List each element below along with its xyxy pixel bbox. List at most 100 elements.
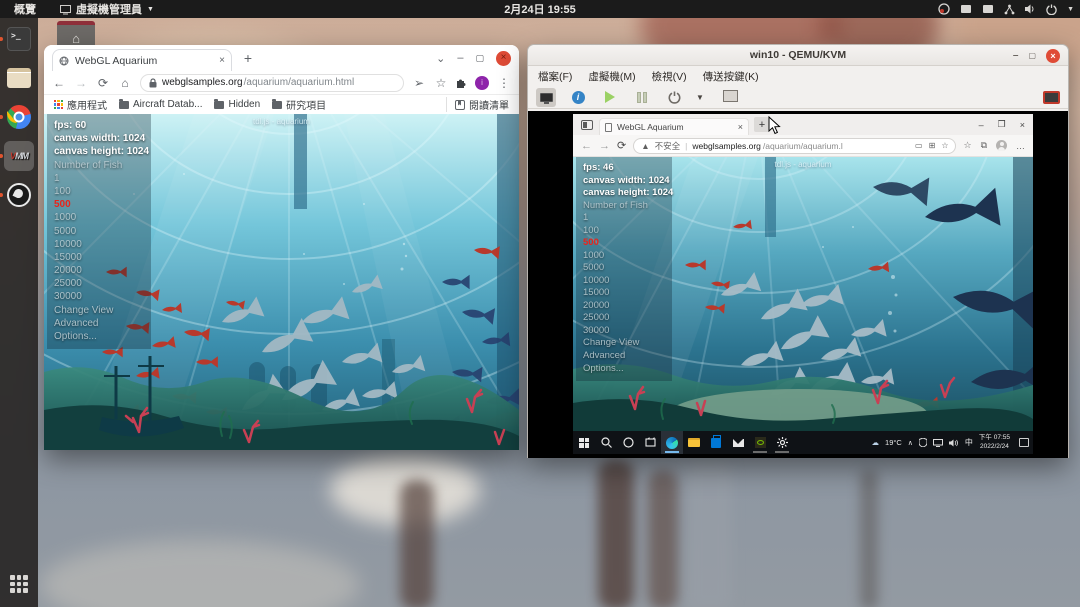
edge-menu-icon[interactable]: … bbox=[1016, 141, 1025, 151]
home-icon[interactable]: ⌂ bbox=[118, 76, 132, 90]
minimize-button[interactable]: – bbox=[457, 52, 463, 64]
dock-terminal[interactable]: >_ bbox=[4, 24, 34, 54]
change-view-option[interactable]: Change View bbox=[54, 304, 144, 317]
fish-count-option[interactable]: 25000 bbox=[583, 312, 665, 325]
fish-count-option[interactable]: 30000 bbox=[583, 325, 665, 338]
run-button[interactable] bbox=[600, 88, 620, 107]
search-button[interactable] bbox=[595, 431, 617, 454]
fish-count-option[interactable]: 15000 bbox=[54, 251, 144, 264]
forward-icon[interactable]: → bbox=[599, 140, 610, 152]
bookmark-folder[interactable]: Hidden bbox=[214, 99, 260, 110]
fish-count-option[interactable]: 5000 bbox=[54, 225, 144, 238]
qemu-titlebar[interactable]: win10 - QEMU/KVM – ▢ × bbox=[528, 45, 1068, 66]
dock-chrome[interactable] bbox=[4, 102, 34, 132]
maximize-button[interactable]: ▢ bbox=[1028, 51, 1036, 60]
send-icon[interactable]: ➢ bbox=[412, 76, 426, 90]
back-icon[interactable]: ← bbox=[52, 76, 66, 90]
fish-count-option[interactable]: 20000 bbox=[54, 264, 144, 277]
profile-avatar[interactable]: i bbox=[475, 76, 489, 90]
edge-tab[interactable]: WebGL Aquarium × bbox=[599, 118, 749, 135]
minimize-button[interactable]: – bbox=[979, 120, 984, 130]
start-button[interactable] bbox=[573, 431, 595, 454]
vm-display-area[interactable]: WebGL Aquarium × + – ❐ × ← → ⟳ ▲ 不安全 | bbox=[528, 111, 1068, 458]
reading-list-button[interactable]: 閱讀清單 bbox=[446, 97, 509, 112]
fish-count-option[interactable]: 1 bbox=[54, 172, 144, 185]
profile-avatar[interactable] bbox=[996, 140, 1007, 151]
back-icon[interactable]: ← bbox=[581, 140, 592, 152]
tab-close-icon[interactable]: × bbox=[219, 55, 225, 66]
bookmark-folder[interactable]: Aircraft Datab... bbox=[119, 99, 202, 110]
minimize-button[interactable]: – bbox=[1013, 50, 1019, 61]
security-shield-icon[interactable] bbox=[919, 438, 927, 447]
tray-chevron-icon[interactable]: ▼ bbox=[1067, 6, 1074, 13]
dock-virt-manager[interactable]: VVMMMM bbox=[4, 141, 34, 171]
volume-tray-icon[interactable] bbox=[1025, 4, 1036, 14]
options-option[interactable]: Options... bbox=[583, 363, 665, 376]
taskbar-nvidia-button[interactable] bbox=[749, 431, 771, 454]
bookmark-apps[interactable]: 應用程式 bbox=[54, 97, 107, 112]
obs-tray-icon[interactable] bbox=[938, 3, 950, 15]
pause-button[interactable] bbox=[632, 88, 652, 107]
virtual-displays-button[interactable] bbox=[722, 88, 742, 107]
dock-files[interactable] bbox=[4, 63, 34, 93]
taskbar-mail-button[interactable] bbox=[727, 431, 749, 454]
new-tab-button[interactable]: + bbox=[238, 48, 258, 68]
reload-icon[interactable]: ⟳ bbox=[617, 139, 626, 152]
add-favorite-icon[interactable]: ☆ bbox=[941, 141, 948, 150]
fish-count-option[interactable]: 25000 bbox=[54, 277, 144, 290]
taskbar-clock[interactable]: 下午 07:55 2022/2/24 bbox=[979, 434, 1010, 450]
console-view-button[interactable] bbox=[536, 88, 556, 107]
shutdown-button[interactable] bbox=[664, 88, 684, 107]
fish-count-option[interactable]: 1 bbox=[583, 212, 665, 225]
cortana-button[interactable] bbox=[617, 431, 639, 454]
close-button[interactable]: × bbox=[1046, 49, 1060, 63]
power-tray-icon[interactable] bbox=[1046, 4, 1057, 15]
bookmark-folder[interactable]: 研究項目 bbox=[272, 97, 326, 112]
taskbar-store-button[interactable] bbox=[705, 431, 727, 454]
fish-count-option[interactable]: 10000 bbox=[54, 238, 144, 251]
network-icon[interactable] bbox=[933, 439, 943, 447]
apps-grid-icon[interactable]: ⊞ bbox=[929, 141, 936, 150]
forward-icon[interactable]: → bbox=[74, 76, 88, 90]
close-button[interactable]: × bbox=[496, 51, 511, 66]
favorites-icon[interactable]: ☆ bbox=[963, 140, 971, 151]
weather-icon[interactable]: ☁ bbox=[872, 438, 880, 447]
aquarium-canvas[interactable]: tdl.js - aquarium fps: 46 canvas width: … bbox=[573, 157, 1033, 431]
fish-count-option[interactable]: 30000 bbox=[54, 290, 144, 303]
bookmark-star-icon[interactable]: ☆ bbox=[434, 76, 448, 90]
change-view-option[interactable]: Change View bbox=[583, 337, 665, 350]
tab-search-chevron-icon[interactable]: ⌄ bbox=[436, 52, 445, 65]
menu-virtual-machine[interactable]: 虛擬機(M) bbox=[588, 69, 635, 84]
fish-count-option[interactable]: 20000 bbox=[583, 300, 665, 313]
volume-icon[interactable] bbox=[949, 439, 959, 447]
dock-show-apps[interactable] bbox=[4, 569, 34, 599]
options-option[interactable]: Options... bbox=[54, 330, 144, 343]
address-bar[interactable]: ▲ 不安全 | webglsamples.org/aquarium/aquari… bbox=[633, 138, 956, 154]
menu-file[interactable]: 檔案(F) bbox=[538, 69, 572, 84]
close-button[interactable]: × bbox=[1020, 120, 1025, 130]
collections-icon[interactable]: ⧉ bbox=[981, 140, 987, 151]
taskbar-settings-button[interactable] bbox=[771, 431, 793, 454]
taskbar-explorer-button[interactable] bbox=[683, 431, 705, 454]
app-menu-button[interactable]: 虛擬機管理員 ▼ bbox=[50, 1, 164, 17]
tab-close-icon[interactable]: × bbox=[738, 122, 743, 132]
menu-view[interactable]: 檢視(V) bbox=[652, 69, 687, 84]
weather-temp[interactable]: 19°C bbox=[885, 438, 902, 447]
task-view-button[interactable] bbox=[639, 431, 661, 454]
aquarium-canvas[interactable]: tdl.js - aquarium fps: 60 canvas width: … bbox=[44, 114, 519, 450]
hidden-icons-chevron[interactable]: ∧ bbox=[908, 439, 913, 447]
maximize-button[interactable]: ▢ bbox=[475, 53, 484, 64]
fish-count-option[interactable]: 100 bbox=[54, 185, 144, 198]
ime-indicator[interactable]: 中 bbox=[965, 437, 973, 448]
media-control-icon[interactable]: ▭ bbox=[915, 141, 923, 150]
fish-count-option-selected[interactable]: 500 bbox=[583, 237, 665, 250]
vm-details-button[interactable]: i bbox=[568, 88, 588, 107]
advanced-option[interactable]: Advanced bbox=[583, 350, 665, 363]
advanced-option[interactable]: Advanced bbox=[54, 317, 144, 330]
action-center-button[interactable] bbox=[1019, 438, 1029, 447]
chrome-tab[interactable]: WebGL Aquarium × bbox=[52, 49, 232, 71]
taskbar-edge-button[interactable] bbox=[661, 431, 683, 454]
fish-count-option[interactable]: 1000 bbox=[54, 211, 144, 224]
extension-icon[interactable] bbox=[456, 77, 467, 88]
shutdown-menu-caret-icon[interactable]: ▼ bbox=[696, 93, 704, 102]
